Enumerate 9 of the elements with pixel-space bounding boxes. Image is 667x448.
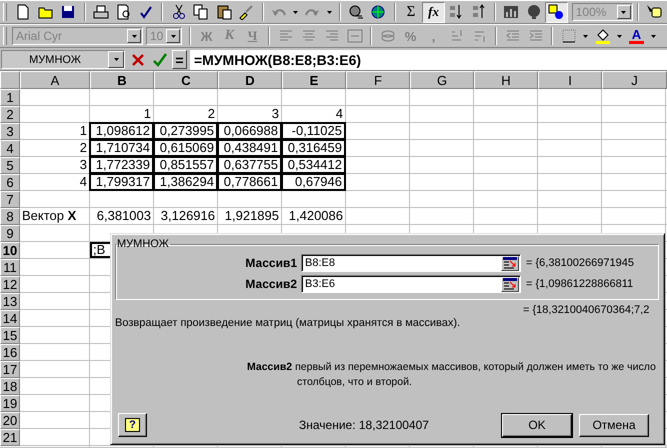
formula-value: Значение: 18,32100407	[299, 418, 430, 432]
argument-help: Массив2 первый из перемножаемых массивов, который должен иметь то же число столбцов, что и второй.	[247, 360, 656, 390]
function-description: Возвращает произведение матриц (матрицы хранятся в массивах).	[115, 317, 462, 329]
argument-result: = {6,38100266971945	[525, 257, 634, 269]
argument-label: Массив1	[244, 256, 298, 270]
argument-result: = {1,09861228866811	[525, 278, 634, 290]
formula-result: = {18,3210040670364;7,2	[523, 304, 650, 316]
dialog-title: МУМНОЖ	[116, 238, 170, 250]
argument-label: Массив2	[244, 277, 298, 291]
